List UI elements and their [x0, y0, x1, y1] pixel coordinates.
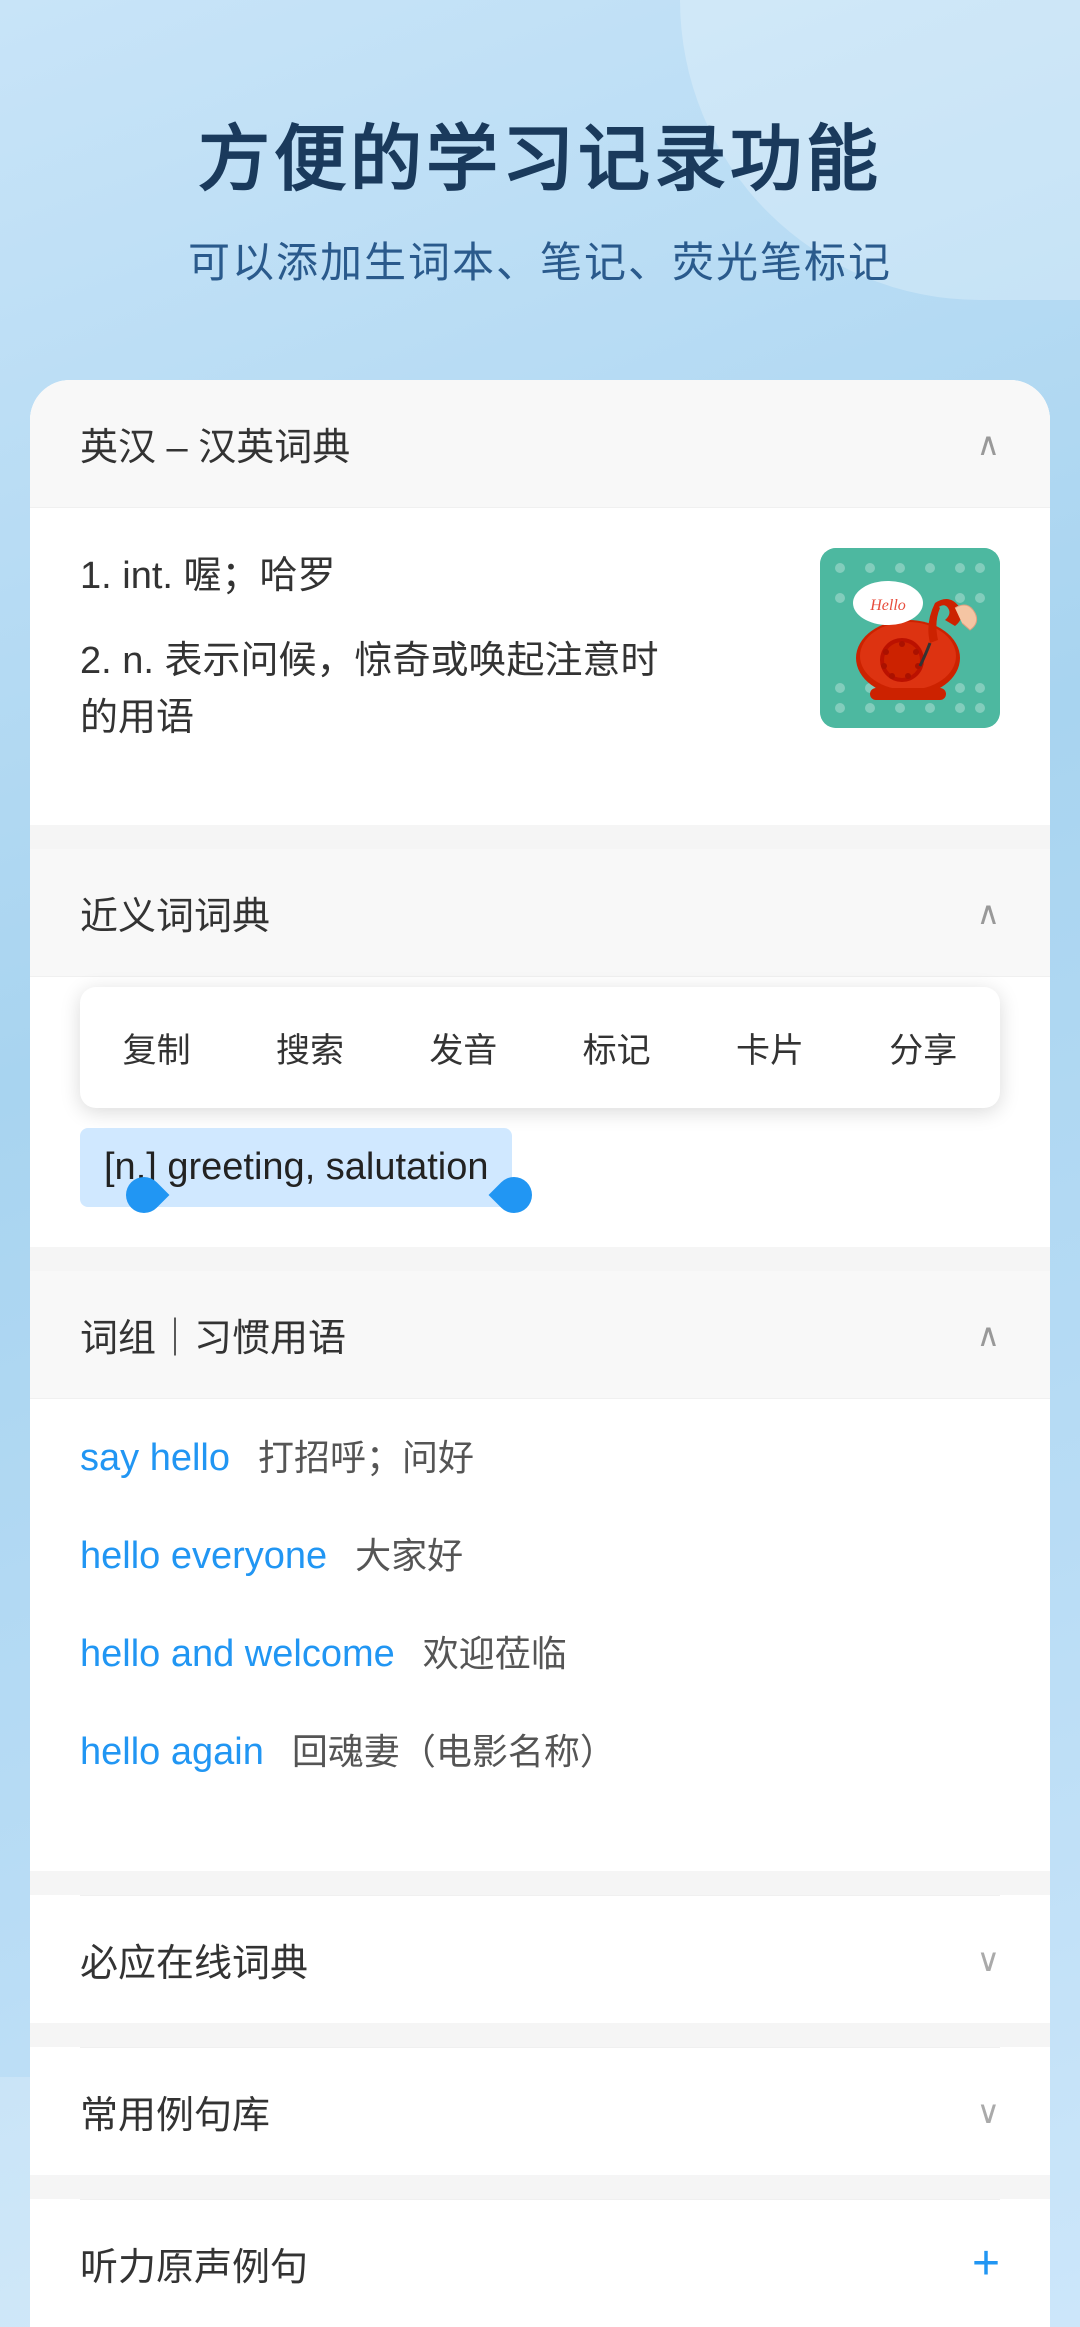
listening-section: 听力原声例句 + — [30, 2199, 1050, 2327]
phrase-2-en[interactable]: hello everyone — [80, 1535, 327, 1578]
context-menu-copy[interactable]: 复制 — [80, 1007, 233, 1088]
biying-header[interactable]: 必应在线词典 ∨ — [30, 1896, 1050, 2023]
context-menu-search[interactable]: 搜索 — [233, 1007, 386, 1088]
def-1-number: 1. — [80, 555, 122, 597]
plus-icon[interactable]: + — [972, 2236, 1000, 2291]
phrase-3-zh: 欢迎莅临 — [423, 1625, 567, 1677]
phrase-row-3: hello and welcome 欢迎莅临 — [80, 1625, 1000, 1677]
phrases-section: 词组｜习惯用语 ∧ say hello 打招呼；问好 hello everyon… — [30, 1271, 1050, 1871]
phrase-row-1: say hello 打招呼；问好 — [80, 1429, 1000, 1481]
listening-title: 听力原声例句 — [80, 2236, 308, 2291]
page-subtitle: 可以添加生词本、笔记、荧光笔标记 — [80, 229, 1000, 290]
main-card: 英汉 – 汉英词典 ∧ 1. int. 喔；哈罗 2. n. 表示问候，惊奇或唤… — [30, 380, 1050, 2327]
common-sentences-title: 常用例句库 — [80, 2084, 270, 2139]
context-menu: 复制 搜索 发音 标记 卡片 分享 — [80, 987, 1000, 1108]
context-menu-mark[interactable]: 标记 — [540, 1007, 693, 1088]
english-chinese-dict-title: 英汉 – 汉英词典 — [80, 416, 350, 471]
phrase-2-zh: 大家好 — [355, 1527, 463, 1579]
phrase-4-zh: 回魂妻（电影名称） — [292, 1723, 616, 1775]
def-1-pos: int. — [122, 555, 173, 597]
context-menu-share[interactable]: 分享 — [847, 1007, 1000, 1088]
def-2-pos: n. — [122, 640, 154, 682]
definition-2: 2. n. 表示问候，惊奇或唤起注意时的用语 — [80, 633, 790, 747]
phrase-4-en[interactable]: hello again — [80, 1731, 264, 1774]
phrase-1-en[interactable]: say hello — [80, 1437, 230, 1480]
common-sentences-section: 常用例句库 ∨ — [30, 2047, 1050, 2175]
biying-chevron-down-icon: ∨ — [977, 1941, 1000, 1979]
dict-content: 1. int. 喔；哈罗 2. n. 表示问候，惊奇或唤起注意时的用语 — [30, 508, 1050, 825]
phrases-header[interactable]: 词组｜习惯用语 ∧ — [30, 1271, 1050, 1399]
biying-title: 必应在线词典 — [80, 1932, 308, 1987]
chevron-up-icon: ∧ — [977, 425, 1000, 463]
listening-header[interactable]: 听力原声例句 + — [30, 2200, 1050, 2327]
context-menu-pronounce[interactable]: 发音 — [387, 1007, 540, 1088]
english-chinese-dict-section: 英汉 – 汉英词典 ∧ 1. int. 喔；哈罗 2. n. 表示问候，惊奇或唤… — [30, 380, 1050, 825]
english-chinese-dict-header[interactable]: 英汉 – 汉英词典 ∧ — [30, 380, 1050, 508]
context-menu-card[interactable]: 卡片 — [693, 1007, 846, 1088]
header-section: 方便的学习记录功能 可以添加生词本、笔记、荧光笔标记 — [0, 0, 1080, 350]
selected-text-container: [n.] greeting, salutation — [30, 1108, 1050, 1247]
svg-text:Hello: Hello — [869, 597, 906, 614]
biying-section: 必应在线词典 ∨ — [30, 1895, 1050, 2023]
def-1-text: 喔；哈罗 — [184, 555, 336, 597]
common-sentences-chevron-down-icon: ∨ — [977, 2093, 1000, 2131]
phrases-content: say hello 打招呼；问好 hello everyone 大家好 hell… — [30, 1399, 1050, 1871]
hello-illustration: Hello — [820, 548, 1000, 728]
phrases-chevron-up-icon: ∧ — [977, 1316, 1000, 1354]
phrase-3-en[interactable]: hello and welcome — [80, 1633, 395, 1676]
common-sentences-header[interactable]: 常用例句库 ∨ — [30, 2048, 1050, 2175]
definitions-list: 1. int. 喔；哈罗 2. n. 表示问候，惊奇或唤起注意时的用语 — [80, 548, 790, 775]
definition-1: 1. int. 喔；哈罗 — [80, 548, 790, 605]
phrase-1-zh: 打招呼；问好 — [258, 1429, 474, 1481]
def-2-text: 表示问候，惊奇或唤起注意时的用语 — [80, 640, 659, 739]
phrase-row-2: hello everyone 大家好 — [80, 1527, 1000, 1579]
synonym-dict-header[interactable]: 近义词词典 ∧ — [30, 849, 1050, 977]
page-title: 方便的学习记录功能 — [80, 100, 1000, 205]
phrases-title: 词组｜习惯用语 — [80, 1307, 346, 1362]
synonym-dict-title: 近义词词典 — [80, 885, 270, 940]
def-2-number: 2. — [80, 640, 122, 682]
synonym-dict-section: 近义词词典 ∧ 复制 搜索 发音 标记 卡片 分享 [n.] greeting,… — [30, 849, 1050, 1247]
phrase-row-4: hello again 回魂妻（电影名称） — [80, 1723, 1000, 1775]
synonym-chevron-up-icon: ∧ — [977, 894, 1000, 932]
